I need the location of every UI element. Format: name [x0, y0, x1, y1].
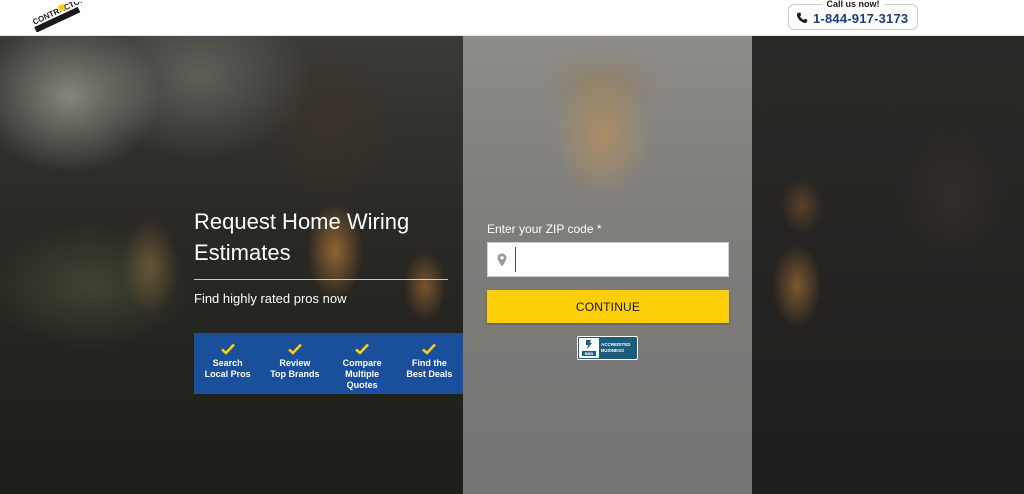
- checkmark-icon: [422, 343, 437, 355]
- zip-label: Enter your ZIP code *: [487, 222, 602, 236]
- feature-review-top-brands: Review Top Brands: [261, 333, 328, 394]
- features-band: Search Local Pros Review Top Brands Compar…: [194, 333, 463, 394]
- site-header: CONTRACTORS.COM 1-844-917-3173 Call us n…: [0, 0, 1024, 36]
- svg-text:CONTRACTORS.COM: CONTRACTORS.COM: [31, 2, 84, 27]
- zip-field[interactable]: [487, 242, 729, 277]
- phone-number[interactable]: 1-844-917-3173: [813, 11, 908, 26]
- phone-icon: [796, 12, 808, 24]
- checkmark-icon: [355, 343, 370, 355]
- page-title: Request Home Wiring Estimates: [194, 209, 410, 265]
- contractors-logo[interactable]: CONTRACTORS.COM: [28, 2, 84, 32]
- title-divider: [194, 279, 448, 280]
- feature-compare-multiple-quotes: Compare Multiple Quotes: [329, 333, 396, 394]
- continue-button[interactable]: CONTINUE: [487, 290, 729, 323]
- checkmark-icon: [288, 343, 302, 355]
- bbb-text: ACCREDITED BUSINESS: [601, 342, 631, 353]
- checkmark-icon: [220, 343, 235, 355]
- feature-find-best-deals: Find the Best Deals: [396, 333, 463, 394]
- call-label: Call us now!: [788, 0, 918, 9]
- hero-background-right: [752, 36, 1024, 494]
- bbb-accredited-badge[interactable]: BBB ACCREDITED BUSINESS: [577, 336, 638, 360]
- zip-input[interactable]: [515, 247, 720, 272]
- bbb-logo-icon: BBB: [579, 338, 599, 358]
- svg-text:BBB: BBB: [585, 351, 594, 356]
- feature-search-local-pros: Search Local Pros: [194, 333, 261, 394]
- hero-section: Request Home Wiring Estimates Find highl…: [0, 36, 1024, 494]
- page-subtitle: Find highly rated pros now: [194, 291, 347, 306]
- location-pin-icon: [497, 253, 507, 267]
